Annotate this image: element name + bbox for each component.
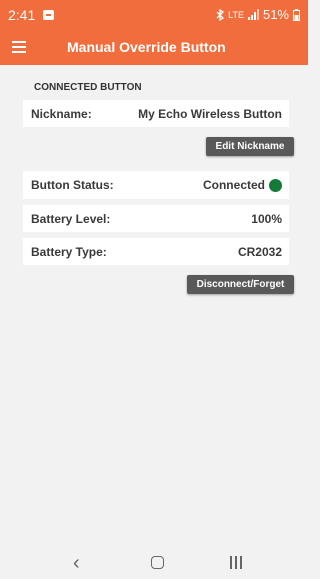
- battery-level-value: 100%: [251, 212, 282, 226]
- home-icon[interactable]: [151, 556, 164, 569]
- network-label: LTE: [228, 9, 244, 20]
- battery-type-value: CR2032: [238, 245, 282, 259]
- battery-level-text: 100%: [251, 211, 282, 226]
- status-icons: LTE 51%: [216, 7, 300, 22]
- battery-level-label: Battery Level:: [31, 211, 111, 226]
- battery-type-text: CR2032: [237, 244, 282, 259]
- bluetooth-icon: [216, 8, 225, 21]
- button-status-label: Button Status:: [31, 178, 114, 192]
- app-bar: Manual Override Button: [0, 30, 308, 65]
- section-header: CONNECTED BUTTON: [34, 82, 142, 93]
- battery-icon: [293, 8, 300, 21]
- navigation-bar: ‹: [0, 546, 308, 579]
- battery-type-row: Battery Type: CR2032: [23, 238, 289, 265]
- battery-percent: 51%: [262, 7, 289, 22]
- button-status-row: Button Status: Connected: [23, 171, 289, 199]
- button-status-value: Connected: [203, 178, 282, 192]
- button-status-text: Connected: [202, 178, 265, 192]
- nickname-label: Nickname:: [31, 106, 92, 121]
- nickname-value-text: My Echo Wireless Button: [138, 106, 282, 121]
- status-time: 2:41: [8, 7, 36, 23]
- page-title: Manual Override Button: [67, 39, 226, 55]
- status-bar: 2:41 LTE 51%: [0, 0, 308, 30]
- notification-icon: [43, 10, 54, 20]
- signal-icon: [247, 9, 259, 20]
- back-icon[interactable]: ‹: [73, 552, 80, 575]
- disconnect-forget-button[interactable]: Disconnect/Forget: [187, 275, 294, 294]
- nickname-value: My Echo Wireless Button: [138, 107, 282, 121]
- edit-nickname-button[interactable]: Edit Nickname: [206, 137, 294, 156]
- recents-icon[interactable]: [229, 556, 243, 569]
- connected-status-dot: [269, 178, 282, 192]
- battery-type-label: Battery Type:: [31, 244, 107, 259]
- hamburger-menu-icon[interactable]: [12, 39, 29, 55]
- battery-level-row: Battery Level: 100%: [23, 205, 289, 232]
- nickname-row: Nickname: My Echo Wireless Button: [23, 100, 289, 127]
